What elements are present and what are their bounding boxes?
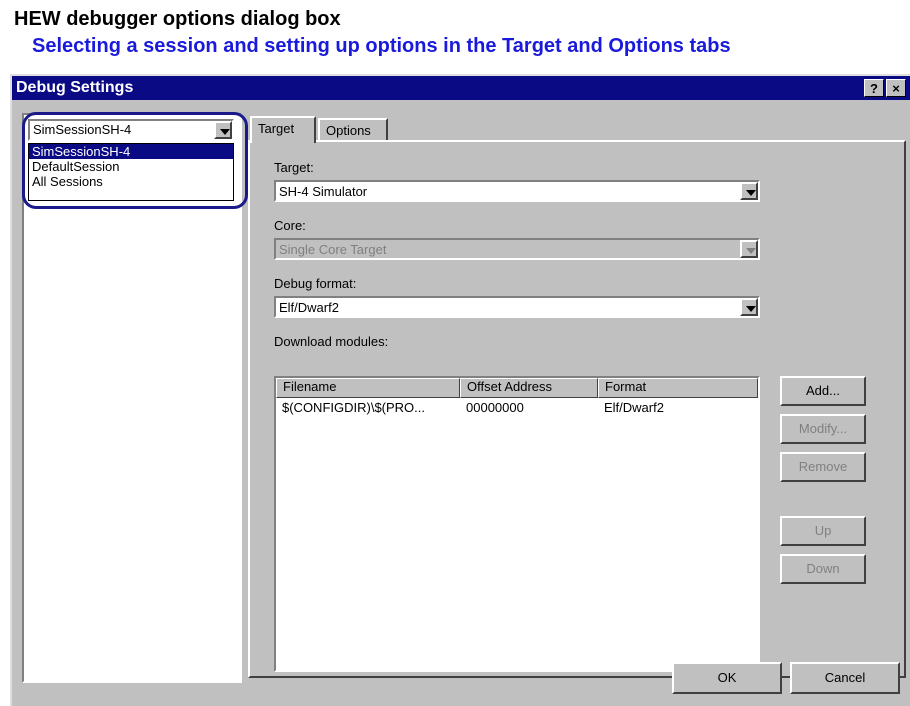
- down-button: Down: [780, 554, 866, 584]
- session-highlight-ring: [22, 112, 248, 209]
- core-dropdown-button: [740, 240, 758, 258]
- cancel-button[interactable]: Cancel: [790, 662, 900, 694]
- close-icon[interactable]: ×: [886, 79, 906, 97]
- download-modules-label: Download modules:: [274, 334, 389, 349]
- core-label: Core:: [274, 218, 306, 233]
- session-panel: SimSessionSH-4 SimSessionSH-4 DefaultSes…: [22, 112, 248, 683]
- target-tab-panel: Target: SH-4 Simulator Core: Single Core…: [248, 140, 906, 678]
- target-dropdown-value: SH-4 Simulator: [279, 184, 368, 199]
- debug-format-dropdown-button[interactable]: [740, 298, 758, 316]
- remove-button: Remove: [780, 452, 866, 482]
- column-offset-address[interactable]: Offset Address: [460, 378, 598, 398]
- column-filename[interactable]: Filename: [276, 378, 460, 398]
- row-format[interactable]: Elf/Dwarf2: [604, 400, 664, 415]
- chevron-down-icon: [746, 248, 756, 254]
- chevron-down-icon: [746, 306, 756, 312]
- caption-title: HEW debugger options dialog box: [14, 8, 341, 30]
- chevron-down-icon: [746, 190, 756, 196]
- add-button[interactable]: Add...: [780, 376, 866, 406]
- debug-format-label: Debug format:: [274, 276, 357, 291]
- download-modules-list[interactable]: Filename Offset Address Format $(CONFIGD…: [274, 376, 760, 672]
- debug-format-dropdown-value: Elf/Dwarf2: [279, 300, 339, 315]
- ok-button[interactable]: OK: [672, 662, 782, 694]
- row-filename[interactable]: $(CONFIGDIR)\$(PRO...: [282, 400, 425, 415]
- target-dropdown-button[interactable]: [740, 182, 758, 200]
- debug-settings-dialog: Debug Settings ? × SimSessionSH-4 SimSes…: [10, 74, 910, 706]
- help-icon[interactable]: ?: [864, 79, 884, 97]
- dialog-title: Debug Settings: [16, 79, 134, 96]
- core-dropdown: Single Core Target: [274, 238, 760, 260]
- row-offset[interactable]: 00000000: [466, 400, 524, 415]
- debug-format-dropdown[interactable]: Elf/Dwarf2: [274, 296, 760, 318]
- core-dropdown-value: Single Core Target: [279, 242, 387, 257]
- dialog-titlebar: Debug Settings ? ×: [12, 76, 910, 100]
- target-dropdown[interactable]: SH-4 Simulator: [274, 180, 760, 202]
- modify-button: Modify...: [780, 414, 866, 444]
- column-format[interactable]: Format: [598, 378, 758, 398]
- tab-options[interactable]: Options: [318, 118, 388, 142]
- caption-subtitle: Selecting a session and setting up optio…: [32, 35, 731, 57]
- target-label: Target:: [274, 160, 314, 175]
- tab-target[interactable]: Target: [250, 116, 316, 143]
- up-button: Up: [780, 516, 866, 546]
